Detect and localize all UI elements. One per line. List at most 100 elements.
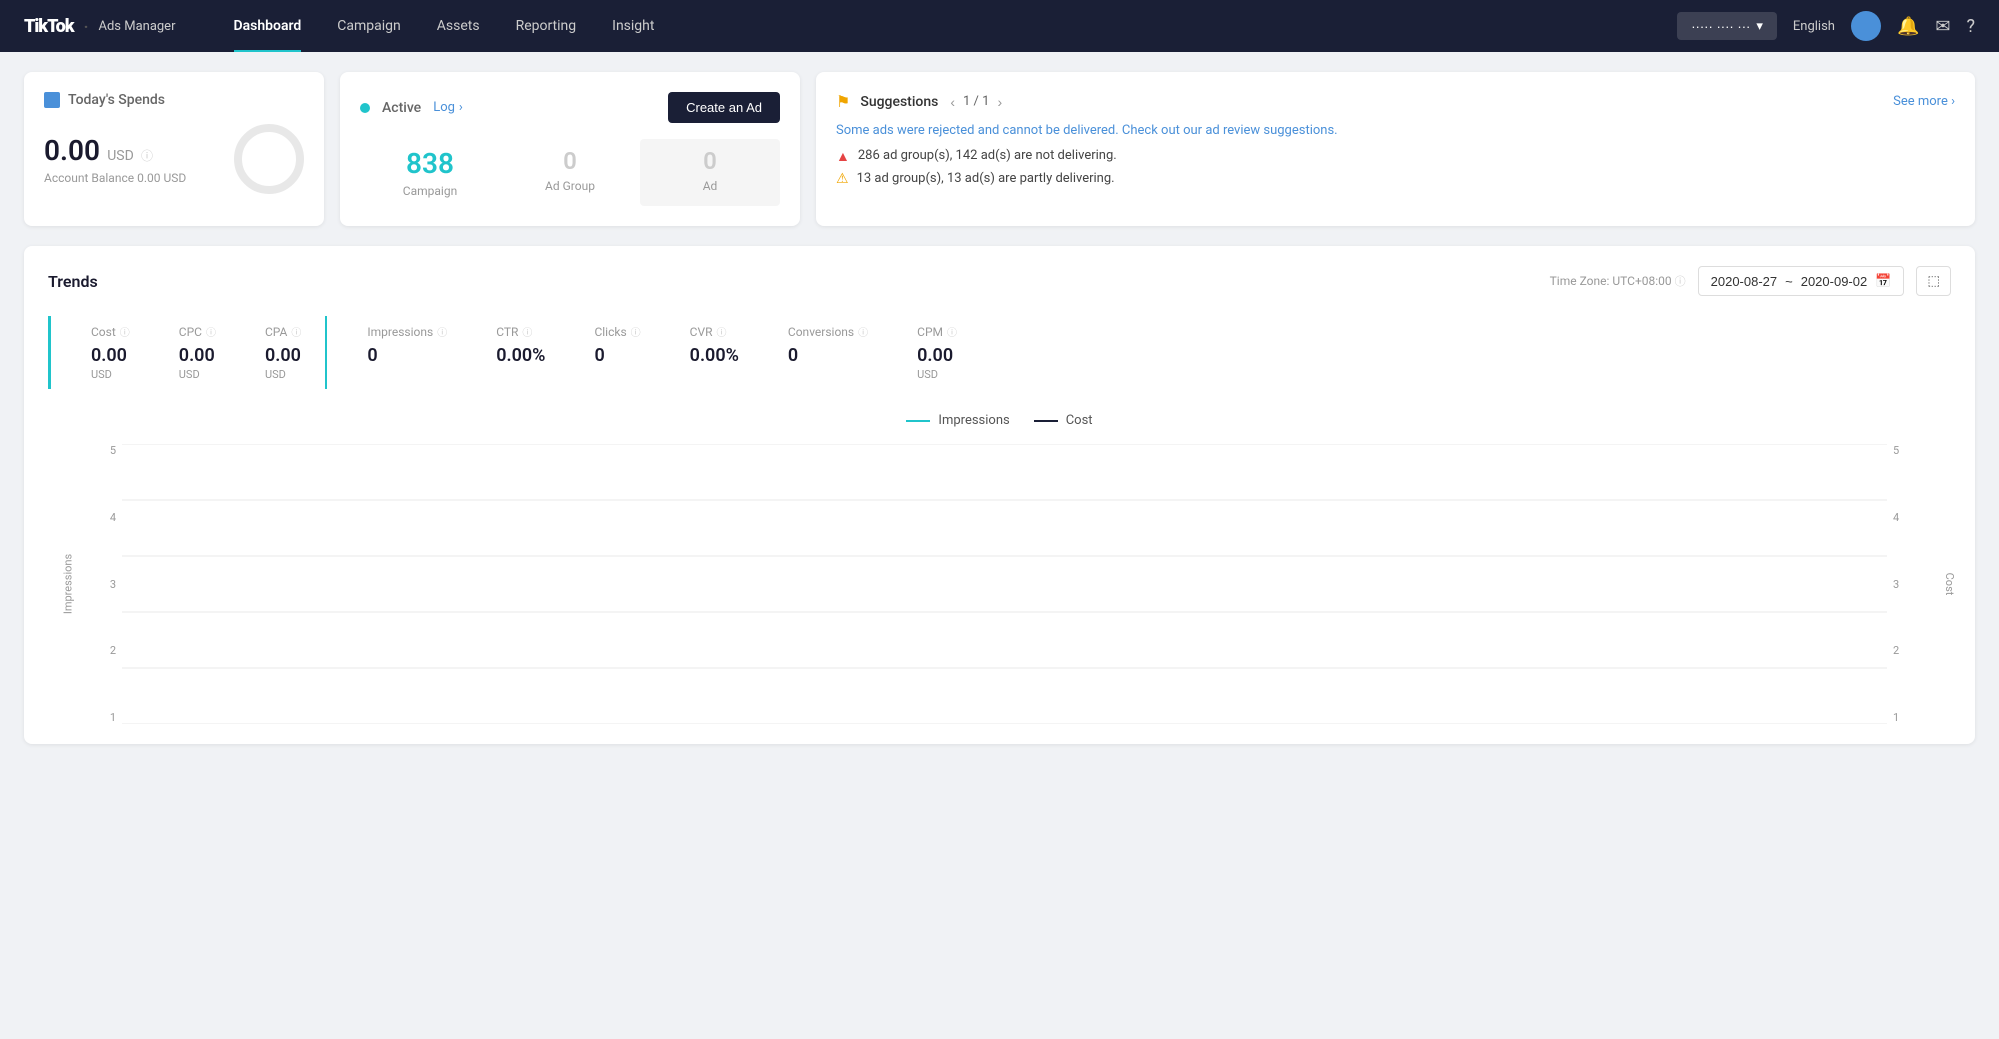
sugg-next-button[interactable]: › bbox=[995, 94, 1004, 110]
cost-legend: Cost bbox=[1034, 413, 1093, 428]
metric-clicks: Clicks ⓘ 0 bbox=[570, 316, 665, 389]
ad-group-count: 0 bbox=[516, 147, 624, 175]
nav-right: ····· ···· ··· ▾ English 🔔 ✉ ? bbox=[1677, 11, 1975, 41]
campaign-stat: 838 Campaign bbox=[360, 139, 500, 206]
metric-cvr: CVR ⓘ 0.00% bbox=[666, 316, 764, 389]
date-range-button[interactable]: 2020-08-27 ~ 2020-09-02 📅 bbox=[1698, 266, 1905, 296]
warning-icon: ⚠ bbox=[836, 171, 849, 187]
ctr-value: 0.00% bbox=[496, 345, 545, 366]
cpa-info-icon[interactable]: ⓘ bbox=[291, 324, 301, 339]
nav-assets[interactable]: Assets bbox=[419, 0, 498, 52]
export-icon: ⬚ bbox=[1927, 273, 1940, 288]
logo: TikTok · Ads Manager bbox=[24, 16, 176, 37]
date-end: 2020-09-02 bbox=[1801, 274, 1868, 289]
spends-card-title: Today's Spends bbox=[68, 92, 165, 108]
cost-unit: USD bbox=[91, 368, 130, 381]
y-right-tick-2: 2 bbox=[1893, 644, 1911, 657]
y-right-tick-3: 3 bbox=[1893, 578, 1911, 591]
y-axis-right-label: Cost bbox=[1943, 573, 1956, 596]
ad-group-stat: 0 Ad Group bbox=[500, 139, 640, 206]
y-axis-left-label: Impressions bbox=[62, 554, 75, 614]
create-ad-button[interactable]: Create an Ad bbox=[668, 92, 780, 123]
nav-reporting[interactable]: Reporting bbox=[498, 0, 595, 52]
conversions-info-icon[interactable]: ⓘ bbox=[858, 324, 868, 339]
cpm-info-icon[interactable]: ⓘ bbox=[947, 324, 957, 339]
cpm-label: CPM bbox=[917, 325, 943, 339]
mail-icon[interactable]: ✉ bbox=[1935, 16, 1950, 37]
spends-balance: Account Balance 0.00 USD bbox=[44, 171, 186, 185]
cost-legend-label: Cost bbox=[1066, 413, 1093, 428]
spends-value: 0.00 bbox=[44, 134, 100, 167]
suggestions-main-alert[interactable]: Some ads were rejected and cannot be del… bbox=[836, 123, 1955, 138]
sugg-prev-button[interactable]: ‹ bbox=[948, 94, 957, 110]
export-button[interactable]: ⬚ bbox=[1916, 266, 1951, 296]
chart-svg-container bbox=[122, 444, 1887, 724]
chart-with-axes: 5 4 3 2 1 bbox=[98, 444, 1911, 724]
cost-info-icon[interactable]: ⓘ bbox=[120, 324, 130, 339]
calendar-icon: 📅 bbox=[1875, 273, 1891, 289]
clicks-info-icon[interactable]: ⓘ bbox=[631, 324, 641, 339]
trends-title: Trends bbox=[48, 272, 98, 291]
cpc-info-icon[interactable]: ⓘ bbox=[206, 324, 216, 339]
cost-label: Cost bbox=[91, 325, 116, 339]
tiktok-logo-text: TikTok bbox=[24, 16, 74, 37]
log-link[interactable]: Log › bbox=[433, 100, 463, 115]
language-selector[interactable]: English bbox=[1793, 19, 1835, 34]
y-tick-4: 4 bbox=[98, 511, 116, 524]
log-label: Log bbox=[433, 100, 455, 115]
metric-cpm: CPM ⓘ 0.00 USD bbox=[893, 316, 981, 389]
ctr-label: CTR bbox=[496, 325, 518, 339]
active-left: Active Log › bbox=[360, 100, 463, 116]
nav-campaign[interactable]: Campaign bbox=[319, 0, 418, 52]
metrics-right-group: Impressions ⓘ 0 CTR ⓘ 0.00% Clicks ⓘ bbox=[327, 316, 1951, 389]
trends-header: Trends Time Zone: UTC+08:00 ⓘ 2020-08-27… bbox=[48, 266, 1951, 296]
trends-section: Trends Time Zone: UTC+08:00 ⓘ 2020-08-27… bbox=[24, 246, 1975, 744]
campaign-count: 838 bbox=[376, 147, 484, 180]
cost-value: 0.00 bbox=[91, 345, 130, 366]
cards-row: Today's Spends 0.00 USD ⓘ Account Balanc… bbox=[24, 72, 1975, 226]
timezone-label: Time Zone: UTC+08:00 ⓘ bbox=[1550, 273, 1686, 289]
nav-dashboard[interactable]: Dashboard bbox=[216, 0, 320, 52]
suggestions-warning-item: ⚠ 13 ad group(s), 13 ad(s) are partly de… bbox=[836, 171, 1955, 187]
nav-insight[interactable]: Insight bbox=[594, 0, 672, 52]
impressions-legend-line bbox=[906, 420, 930, 422]
cvr-label: CVR bbox=[690, 325, 713, 339]
impressions-value: 0 bbox=[367, 345, 447, 366]
trends-controls: Time Zone: UTC+08:00 ⓘ 2020-08-27 ~ 2020… bbox=[1550, 266, 1951, 296]
metric-impressions: Impressions ⓘ 0 bbox=[343, 316, 472, 389]
account-label: ····· ···· ··· bbox=[1691, 19, 1750, 34]
spends-main-row: 0.00 USD ⓘ bbox=[44, 134, 186, 167]
ad-group-label: Ad Group bbox=[516, 179, 624, 193]
impressions-label: Impressions bbox=[367, 325, 433, 339]
active-card: Active Log › Create an Ad 838 Campaign 0… bbox=[340, 72, 800, 226]
see-more-link[interactable]: See more › bbox=[1893, 94, 1955, 109]
y-right-tick-1: 1 bbox=[1893, 711, 1911, 724]
y-axis-left: 5 4 3 2 1 bbox=[98, 444, 122, 724]
topnav: TikTok · Ads Manager Dashboard Campaign … bbox=[0, 0, 1999, 52]
suggestions-icon: ⚑ bbox=[836, 92, 850, 111]
timezone-info-icon[interactable]: ⓘ bbox=[1675, 275, 1686, 288]
spends-info-icon[interactable]: ⓘ bbox=[141, 149, 153, 163]
account-button[interactable]: ····· ···· ··· ▾ bbox=[1677, 12, 1777, 40]
suggestions-card: ⚑ Suggestions ‹ 1 / 1 › See more › Some … bbox=[816, 72, 1975, 226]
warning-text: 13 ad group(s), 13 ad(s) are partly deli… bbox=[857, 171, 1115, 186]
chart-container: Impressions Cost 5 4 3 2 1 bbox=[48, 444, 1951, 724]
metrics-left-group: Cost ⓘ 0.00 USD CPC ⓘ 0.00 USD C bbox=[51, 316, 327, 389]
impressions-info-icon[interactable]: ⓘ bbox=[437, 324, 447, 339]
ctr-info-icon[interactable]: ⓘ bbox=[522, 324, 532, 339]
y-tick-3: 3 bbox=[98, 578, 116, 591]
cvr-info-icon[interactable]: ⓘ bbox=[717, 324, 727, 339]
cpm-unit: USD bbox=[917, 368, 957, 381]
nav-links: Dashboard Campaign Assets Reporting Insi… bbox=[216, 0, 673, 52]
ad-stat: 0 Ad bbox=[640, 139, 780, 206]
cvr-value: 0.00% bbox=[690, 345, 739, 366]
chevron-right-icon: › bbox=[1951, 94, 1955, 109]
logo-separator: · bbox=[84, 17, 89, 36]
suggestions-error-item: ▲ 286 ad group(s), 142 ad(s) are not del… bbox=[836, 148, 1955, 165]
chevron-right-icon: › bbox=[459, 100, 463, 115]
help-icon[interactable]: ? bbox=[1966, 16, 1975, 37]
notification-icon[interactable]: 🔔 bbox=[1897, 16, 1919, 37]
cpa-value: 0.00 bbox=[265, 345, 301, 366]
avatar[interactable] bbox=[1851, 11, 1881, 41]
y-tick-2: 2 bbox=[98, 644, 116, 657]
